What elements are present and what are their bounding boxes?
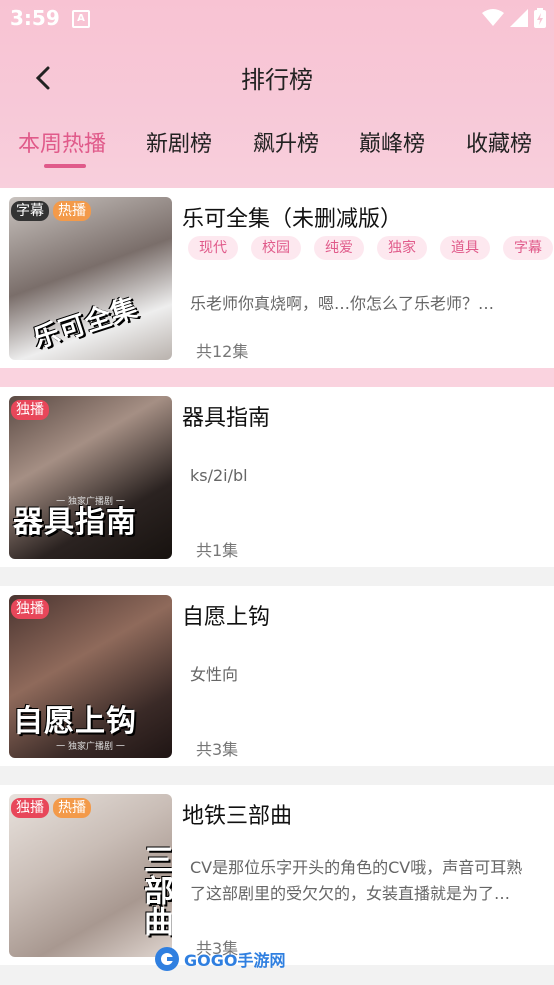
badge-exclusive: 独播 (11, 599, 49, 619)
cover-image: 独播 热播 三部曲 (9, 794, 172, 957)
gogo-logo-icon (155, 947, 179, 971)
cover-title: 三部曲 (138, 844, 172, 937)
list-item[interactable]: 独播 热播 三部曲 地铁三部曲 CV是那位乐字开头的角色的CV哦，声音可耳熟 了… (0, 785, 554, 965)
tab-indicator (44, 164, 86, 168)
tab-weekly-hot[interactable]: 本周热播 (18, 126, 106, 158)
badge-group: 独播 (11, 599, 49, 619)
episode-count: 共3集 (196, 740, 239, 759)
watermark-text: GOGO手游网 (184, 951, 286, 970)
cover-image: 独播 自愿上钩 一 独家广播剧 一 (9, 595, 172, 758)
status-icons (482, 8, 546, 28)
item-title: 器具指南 (182, 406, 271, 431)
tab-bar: 本周热播 新剧榜 飙升榜 巅峰榜 收藏榜 (0, 122, 554, 182)
list-item[interactable]: 独播 器具指南 一 独家广播剧 一 器具指南 ks/2i/bl 共1集 (0, 387, 554, 567)
tab-peak[interactable]: 巅峰榜 (359, 126, 425, 158)
divider (0, 368, 554, 388)
item-title: 乐可全集（未删减版） (182, 207, 403, 232)
signal-icon (510, 9, 528, 27)
cover-subtitle: 一 独家广播剧 一 (56, 742, 125, 752)
description-line: 了这部剧里的受欠欠的，女装直播就是为了… (190, 884, 511, 903)
item-title: 地铁三部曲 (182, 804, 293, 829)
tab-rising[interactable]: 飙升榜 (253, 126, 319, 158)
cover-title: 乐可全集 (29, 292, 142, 355)
status-bar: 3:59 A (0, 0, 554, 38)
badge-exclusive: 独播 (11, 400, 49, 420)
tag-list: 现代 校园 纯爱 独家 道具 字幕 (188, 236, 553, 260)
tag: 独家 (377, 236, 427, 260)
status-time: 3:59 (10, 6, 60, 30)
tag: 道具 (440, 236, 490, 260)
list-item[interactable]: 独播 自愿上钩 一 独家广播剧 一 自愿上钩 女性向 共3集 (0, 586, 554, 766)
episode-count: 共1集 (196, 541, 239, 560)
divider (0, 766, 554, 786)
list-item[interactable]: 字幕 热播 乐可全集 乐可全集（未删减版） 现代 校园 纯爱 独家 道具 字幕 … (0, 188, 554, 368)
description-line: CV是那位乐字开头的角色的CV哦，声音可耳熟 (190, 858, 523, 877)
header: 3:59 A 排行榜 本周热播 新剧榜 飙升榜 巅峰榜 收藏榜 (0, 0, 554, 188)
tab-new[interactable]: 新剧榜 (146, 126, 212, 158)
badge-subtitle: 字幕 (11, 201, 49, 221)
badge-hot: 热播 (53, 201, 91, 221)
cover-image: 字幕 热播 乐可全集 (9, 197, 172, 360)
item-description: CV是那位乐字开头的角色的CV哦，声音可耳熟 了这部剧里的受欠欠的，女装直播就是… (190, 855, 552, 907)
badge-exclusive: 独播 (11, 798, 49, 818)
item-description: 女性向 (190, 665, 239, 684)
watermark: GOGO手游网 (154, 946, 285, 972)
item-title: 自愿上钩 (182, 605, 271, 630)
battery-icon (534, 8, 546, 28)
tag: 字幕 (503, 236, 553, 260)
tag: 纯爱 (314, 236, 364, 260)
tab-favorites[interactable]: 收藏榜 (466, 126, 532, 158)
cover-title: 自愿上钩 (13, 704, 137, 739)
episode-count: 共12集 (196, 342, 249, 361)
badge-group: 字幕 热播 (11, 201, 91, 221)
divider (0, 567, 554, 587)
tag: 现代 (188, 236, 238, 260)
item-description: ks/2i/bl (190, 466, 248, 485)
page-title: 排行榜 (241, 66, 313, 94)
badge-group: 独播 热播 (11, 798, 91, 818)
cover-subtitle: 一 独家广播剧 一 (56, 497, 125, 507)
item-description: 乐老师你真烧啊，嗯…你怎么了乐老师？… (190, 294, 495, 313)
tag: 校园 (251, 236, 301, 260)
wifi-icon (482, 9, 504, 26)
badge-group: 独播 (11, 400, 49, 420)
badge-hot: 热播 (53, 798, 91, 818)
notification-icon: A (72, 10, 90, 28)
cover-image: 独播 器具指南 一 独家广播剧 一 (9, 396, 172, 559)
nav-bar: 排行榜 (0, 46, 554, 110)
